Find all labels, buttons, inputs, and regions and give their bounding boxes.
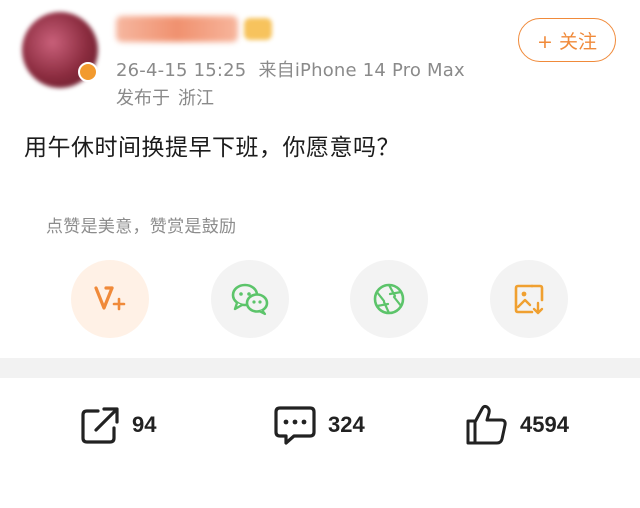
post-text: 用午休时间换提早下班，你愿意吗？	[24, 135, 400, 161]
save-image-icon	[514, 284, 544, 315]
thumbs-up-icon	[466, 404, 507, 445]
moments-aperture-icon	[373, 283, 405, 315]
reward-v-plus-icon	[94, 286, 126, 311]
post-source: 来自iPhone 14 Pro Max	[258, 60, 465, 81]
wechat-icon	[231, 283, 269, 316]
post-meta: 26-4-15 15:25 来自iPhone 14 Pro Max	[116, 56, 465, 82]
forward-count: 94	[132, 412, 157, 437]
comment-button[interactable]: 324	[272, 400, 365, 450]
verified-badge-icon	[78, 62, 98, 82]
save-image-button[interactable]	[490, 260, 568, 338]
share-moments-button[interactable]	[350, 260, 428, 338]
like-count: 4594	[520, 412, 569, 437]
share-wechat-button[interactable]	[211, 260, 289, 338]
reward-tip: 点赞是美意，赞赏是鼓励	[46, 217, 237, 237]
published-prefix: 发布于	[116, 88, 170, 109]
username-blurred[interactable]	[116, 16, 238, 42]
reward-button[interactable]	[71, 260, 149, 338]
forward-button[interactable]: 94	[78, 400, 156, 450]
post-location-line: 发布于 浙江	[116, 84, 214, 110]
comment-count: 324	[328, 412, 365, 437]
vip-badge-icon	[244, 18, 272, 40]
follow-button[interactable]: + 关注	[518, 18, 616, 62]
comment-icon	[274, 406, 316, 445]
forward-icon	[81, 407, 119, 444]
like-button[interactable]: 4594	[464, 400, 569, 450]
section-divider	[0, 358, 640, 378]
post-location: 浙江	[178, 88, 214, 109]
post-timestamp: 26-4-15 15:25	[116, 60, 247, 81]
